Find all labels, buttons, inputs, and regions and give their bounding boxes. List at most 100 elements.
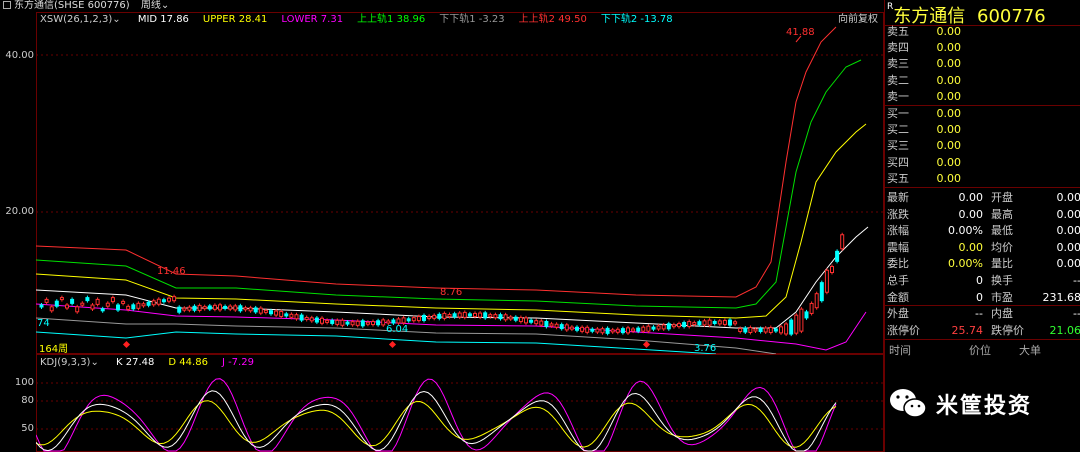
row-price: 0.00	[936, 171, 962, 185]
stat-cell: 委比	[887, 257, 909, 271]
stat-cell: 最新	[887, 191, 909, 204]
candle-body	[212, 304, 217, 310]
stat-row: 外盘 -- 内盘 --	[885, 306, 1080, 322]
row-price: 0.00	[936, 107, 962, 120]
band-mid-line	[36, 226, 869, 329]
candle-body	[590, 328, 595, 332]
signal-marker	[122, 340, 131, 349]
bid-row[interactable]: 买二 0.00	[885, 122, 1080, 138]
stat-cell: --	[1073, 307, 1080, 321]
row-label: 卖一	[887, 89, 909, 103]
candle-body	[228, 305, 233, 310]
week-count: 164周	[39, 344, 69, 355]
candle-body	[671, 324, 676, 328]
kdj-chart[interactable]	[36, 354, 884, 452]
candle-body	[121, 300, 126, 304]
candle-body	[427, 315, 432, 319]
ask-row[interactable]: 卖五 0.00	[885, 24, 1080, 40]
candle-body	[753, 328, 758, 332]
ask-row[interactable]: 卖一 0.00	[885, 89, 1080, 105]
candle-body	[406, 318, 411, 322]
candle-body	[743, 327, 748, 333]
candle-body	[70, 298, 75, 304]
candle-body	[126, 305, 131, 310]
bid-row[interactable]: 买三 0.00	[885, 138, 1080, 154]
candle-body	[386, 320, 391, 324]
annotation-low: 3.76	[694, 343, 717, 354]
band-upper2-line	[36, 26, 837, 298]
row-label: 卖四	[887, 41, 909, 55]
bid-row[interactable]: 买四 0.00	[885, 155, 1080, 171]
signal-marker	[642, 340, 651, 349]
stat-cell: 涨幅	[887, 224, 909, 238]
row-price: 0.00	[936, 139, 962, 153]
candle-body	[626, 327, 630, 334]
candle-body	[218, 304, 222, 311]
candle-body	[733, 321, 738, 325]
stat-cell: 0	[976, 274, 983, 287]
candle-body	[738, 328, 743, 332]
stat-cell: 0.00	[1056, 207, 1080, 221]
collapse-icon[interactable]	[3, 1, 11, 9]
stat-cell: 均价	[991, 240, 1013, 254]
candle-body	[600, 328, 605, 334]
stat-cell: 0.00%	[948, 257, 983, 271]
candle-body	[763, 327, 768, 333]
candle-body	[335, 319, 340, 325]
period-label: 周线	[140, 0, 161, 11]
stat-cell: 金额	[887, 290, 909, 304]
ask-row[interactable]: 卖四 0.00	[885, 40, 1080, 56]
bid-row[interactable]: 买五 0.00	[885, 171, 1080, 187]
y-tick-label: 80	[21, 395, 34, 406]
candle-body	[794, 314, 799, 334]
candle-body	[784, 323, 789, 335]
candle-body	[182, 307, 187, 311]
stat-cell: 总手	[887, 274, 909, 287]
candle-body	[835, 250, 840, 262]
candle-body	[360, 320, 365, 327]
candle-body	[167, 297, 171, 302]
period-selector[interactable]: 周线⌄	[141, 0, 169, 11]
bid-row[interactable]: 买一 0.00	[885, 106, 1080, 122]
stat-cell: 0.00	[958, 207, 984, 221]
candle-body	[432, 314, 437, 319]
wechat-icon	[890, 389, 927, 418]
candle-body	[401, 317, 406, 324]
stat-cell: 25.74	[951, 323, 984, 337]
candle-body	[631, 328, 636, 332]
candle-body	[840, 234, 845, 250]
candle-body	[253, 307, 258, 313]
candle-body	[320, 317, 324, 324]
candle-body	[549, 323, 554, 327]
candle-body	[529, 319, 534, 323]
candle-body	[131, 304, 136, 310]
candle-body	[503, 314, 508, 321]
candle-body	[263, 309, 268, 313]
candle-body	[75, 306, 80, 313]
row-price: 0.00	[936, 41, 962, 55]
stat-cell: --	[975, 307, 983, 321]
candle-body	[330, 319, 335, 324]
stat-cell: 外盘	[887, 307, 909, 321]
candle-body	[758, 328, 763, 332]
annotation-peak: 8.76	[440, 287, 463, 298]
candle-body	[462, 311, 467, 318]
candle-body	[207, 305, 212, 310]
y-tick-label: 50	[21, 423, 34, 434]
candle-body	[687, 321, 692, 328]
candle-body	[345, 321, 350, 325]
candle-body	[610, 329, 615, 333]
candle-body	[85, 297, 90, 302]
candle-body	[65, 304, 69, 309]
stat-cell: 0.00	[958, 240, 984, 254]
candle-body	[54, 300, 59, 307]
ask-row[interactable]: 卖二 0.00	[885, 73, 1080, 89]
candle-body	[580, 326, 585, 332]
ask-row[interactable]: 卖三 0.00	[885, 56, 1080, 72]
stat-cell: 0.00	[1056, 257, 1080, 271]
candle-body	[416, 316, 421, 322]
price-chart[interactable]	[36, 12, 884, 354]
candle-body	[457, 312, 462, 318]
candle-body	[585, 326, 590, 333]
candle-body	[722, 319, 727, 325]
